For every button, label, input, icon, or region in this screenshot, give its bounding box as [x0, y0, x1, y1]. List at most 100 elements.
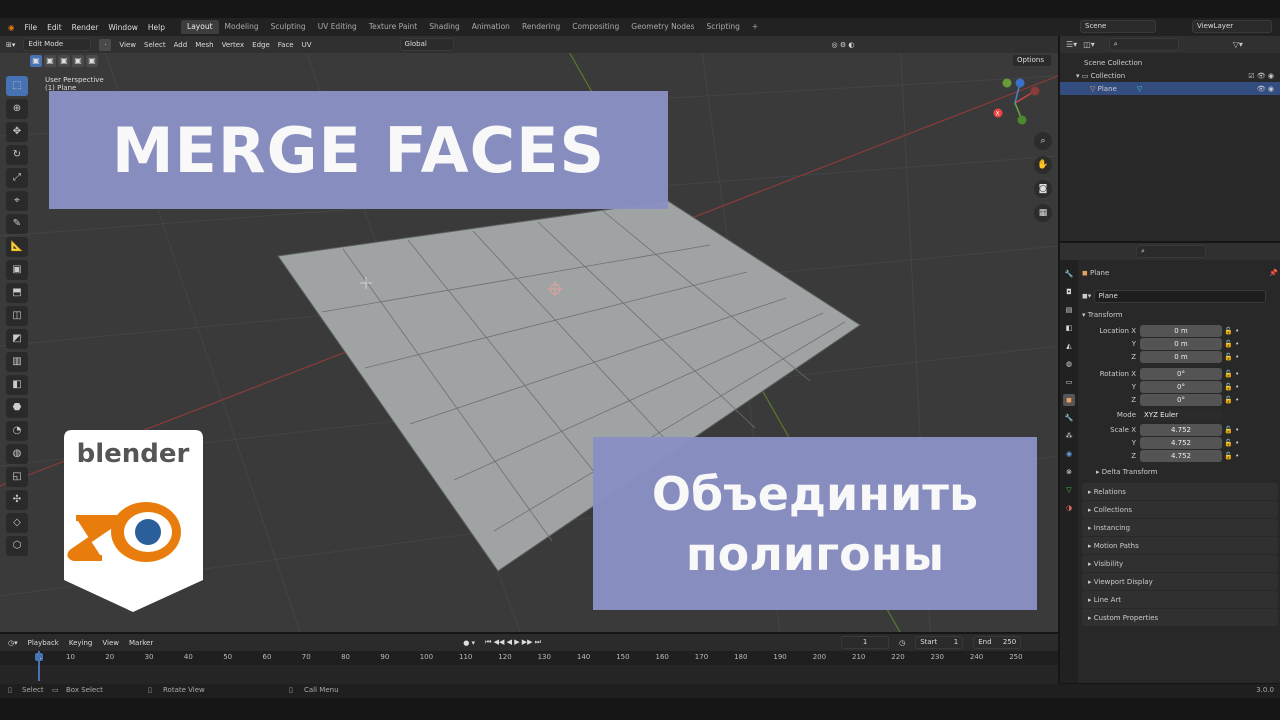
blender-icon[interactable]: ◉	[8, 23, 15, 32]
tab-uv-editing[interactable]: UV Editing	[312, 20, 363, 34]
select-extend-icon[interactable]: ▣	[44, 55, 56, 67]
add-cube-tool-icon[interactable]: ▣	[6, 260, 28, 280]
view-menu[interactable]: View	[119, 41, 136, 49]
uv-menu[interactable]: UV	[302, 41, 312, 49]
knife-tool-icon[interactable]: ◧	[6, 375, 28, 395]
scale-y-field[interactable]: 4.752	[1140, 436, 1222, 449]
grid-view-icon[interactable]: ▦	[1034, 204, 1052, 222]
lock-icon[interactable]: 🔓 •	[1222, 452, 1239, 460]
modifier-tab-icon[interactable]: 🔧	[1063, 412, 1075, 424]
location-z-field[interactable]: 0 m	[1140, 350, 1222, 363]
scene-tab-icon[interactable]: ◭	[1063, 340, 1075, 352]
smooth-tool-icon[interactable]: ◍	[6, 444, 28, 464]
rotation-x-field[interactable]: 0°	[1140, 367, 1222, 380]
object-data-icon[interactable]: ◼▾	[1082, 292, 1094, 300]
scale-tool-icon[interactable]: ⤢	[6, 168, 28, 188]
record-icon[interactable]: ● ▾	[463, 639, 475, 647]
rotation-y-field[interactable]: 0°	[1140, 380, 1222, 393]
start-frame-field[interactable]: Start 1	[915, 636, 964, 649]
mode-selector[interactable]: Edit Mode	[23, 38, 92, 51]
outliner-editor-icon[interactable]: ☰▾	[1066, 40, 1077, 49]
physics-tab-icon[interactable]: ◉	[1063, 448, 1075, 460]
menu-render[interactable]: Render	[72, 23, 99, 32]
measure-tool-icon[interactable]: 📐	[6, 237, 28, 257]
view-menu[interactable]: View	[102, 639, 119, 647]
edge-slide-tool-icon[interactable]: ◱	[6, 467, 28, 487]
vertex-menu[interactable]: Vertex	[222, 41, 245, 49]
spin-tool-icon[interactable]: ◔	[6, 421, 28, 441]
move-tool-icon[interactable]: ✥	[6, 122, 28, 142]
zoom-icon[interactable]: ⌕	[1034, 132, 1052, 150]
output-tab-icon[interactable]: ▤	[1063, 304, 1075, 316]
tab-shading[interactable]: Shading	[423, 20, 465, 34]
scene-field[interactable]: Scene	[1080, 20, 1156, 33]
object-tab-icon[interactable]: ◼	[1063, 394, 1075, 406]
collection-row[interactable]: ▾ ▭ Collection ☑ 👁 ◉	[1060, 69, 1280, 82]
transform-tool-icon[interactable]: ⌖	[6, 191, 28, 211]
lock-icon[interactable]: 🔓 •	[1222, 396, 1239, 404]
rotation-mode-select[interactable]: XYZ Euler	[1140, 408, 1222, 421]
tab-rendering[interactable]: Rendering	[516, 20, 566, 34]
select-subtract-icon[interactable]: ▣	[58, 55, 70, 67]
constraints-tab-icon[interactable]: ⊗	[1063, 466, 1075, 478]
rotation-z-field[interactable]: 0°	[1140, 393, 1222, 406]
select-menu[interactable]: Select	[144, 41, 166, 49]
editor-type-icon[interactable]: ⊞▾	[6, 41, 15, 49]
view-layer-tab-icon[interactable]: ◧	[1063, 322, 1075, 334]
lock-icon[interactable]: 🔓 •	[1222, 353, 1239, 361]
delta-transform-header[interactable]: ▸ Delta Transform	[1082, 462, 1278, 482]
camera-icon[interactable]: ◙	[1034, 180, 1052, 198]
clock-icon[interactable]: ◷	[899, 639, 905, 647]
render-tab-icon[interactable]: ◘	[1063, 286, 1075, 298]
select-intersect-icon[interactable]: ▣	[86, 55, 98, 67]
cursor-tool-icon[interactable]: ⊕	[6, 99, 28, 119]
end-frame-field[interactable]: End 250	[973, 636, 1022, 649]
outliner-search-input[interactable]: ⌕	[1108, 38, 1179, 51]
marker-menu[interactable]: Marker	[129, 639, 153, 647]
tab-geometry-nodes[interactable]: Geometry Nodes	[625, 20, 700, 34]
add-menu[interactable]: Add	[174, 41, 188, 49]
instancing-panel[interactable]: ▸ Instancing	[1082, 519, 1278, 536]
transform-header[interactable]: ▾ Transform	[1082, 306, 1278, 324]
properties-search-input[interactable]: ⌕	[1136, 245, 1206, 258]
timeline-editor-icon[interactable]: ◷▾	[8, 639, 18, 647]
add-workspace-icon[interactable]: +	[746, 20, 764, 34]
view-layer-field[interactable]: ViewLayer	[1192, 20, 1272, 33]
orientation-selector[interactable]: Global	[399, 38, 454, 51]
mesh-data-icon[interactable]: ▽	[1137, 85, 1142, 93]
location-y-field[interactable]: 0 m	[1140, 337, 1222, 350]
proportional-editing-icon[interactable]: ◎ ⚙ ◐	[832, 41, 855, 49]
shear-tool-icon[interactable]: ◇	[6, 513, 28, 533]
data-tab-icon[interactable]: ▽	[1063, 484, 1075, 496]
visibility-panel[interactable]: ▸ Visibility	[1082, 555, 1278, 572]
tab-texture-paint[interactable]: Texture Paint	[363, 20, 423, 34]
collection-tab-icon[interactable]: ▭	[1063, 376, 1075, 388]
menu-edit[interactable]: Edit	[47, 23, 62, 32]
particles-tab-icon[interactable]: ⁂	[1063, 430, 1075, 442]
mesh-menu[interactable]: Mesh	[195, 41, 213, 49]
lock-icon[interactable]: 🔓 •	[1222, 439, 1239, 447]
current-frame-field[interactable]: 1	[841, 636, 890, 649]
tab-sculpting[interactable]: Sculpting	[265, 20, 312, 34]
menu-window[interactable]: Window	[108, 23, 138, 32]
scale-x-field[interactable]: 4.752	[1140, 423, 1222, 436]
annotate-tool-icon[interactable]: ✎	[6, 214, 28, 234]
lock-icon[interactable]: 🔓 •	[1222, 327, 1239, 335]
display-mode-icon[interactable]: ◫▾	[1083, 40, 1095, 49]
tool-tab-icon[interactable]: 🔧	[1063, 268, 1075, 280]
extrude-tool-icon[interactable]: ⬒	[6, 283, 28, 303]
visibility-eye-icon[interactable]: ☑ 👁 ◉	[1248, 72, 1274, 80]
loop-cut-tool-icon[interactable]: ▥	[6, 352, 28, 372]
plane-visibility-icon[interactable]: 👁 ◉	[1257, 85, 1274, 93]
tab-scripting[interactable]: Scripting	[701, 20, 746, 34]
tab-layout[interactable]: Layout	[181, 20, 219, 34]
custom-properties-panel[interactable]: ▸ Custom Properties	[1082, 609, 1278, 626]
collections-panel[interactable]: ▸ Collections	[1082, 501, 1278, 518]
motion-paths-panel[interactable]: ▸ Motion Paths	[1082, 537, 1278, 554]
pan-hand-icon[interactable]: ✋	[1034, 156, 1052, 174]
face-menu[interactable]: Face	[278, 41, 294, 49]
select-tool-icon[interactable]: ⬚	[6, 76, 28, 96]
object-name-field[interactable]: Plane	[1093, 289, 1266, 303]
lock-icon[interactable]: 🔓 •	[1222, 426, 1239, 434]
keying-menu[interactable]: Keying	[69, 639, 93, 647]
